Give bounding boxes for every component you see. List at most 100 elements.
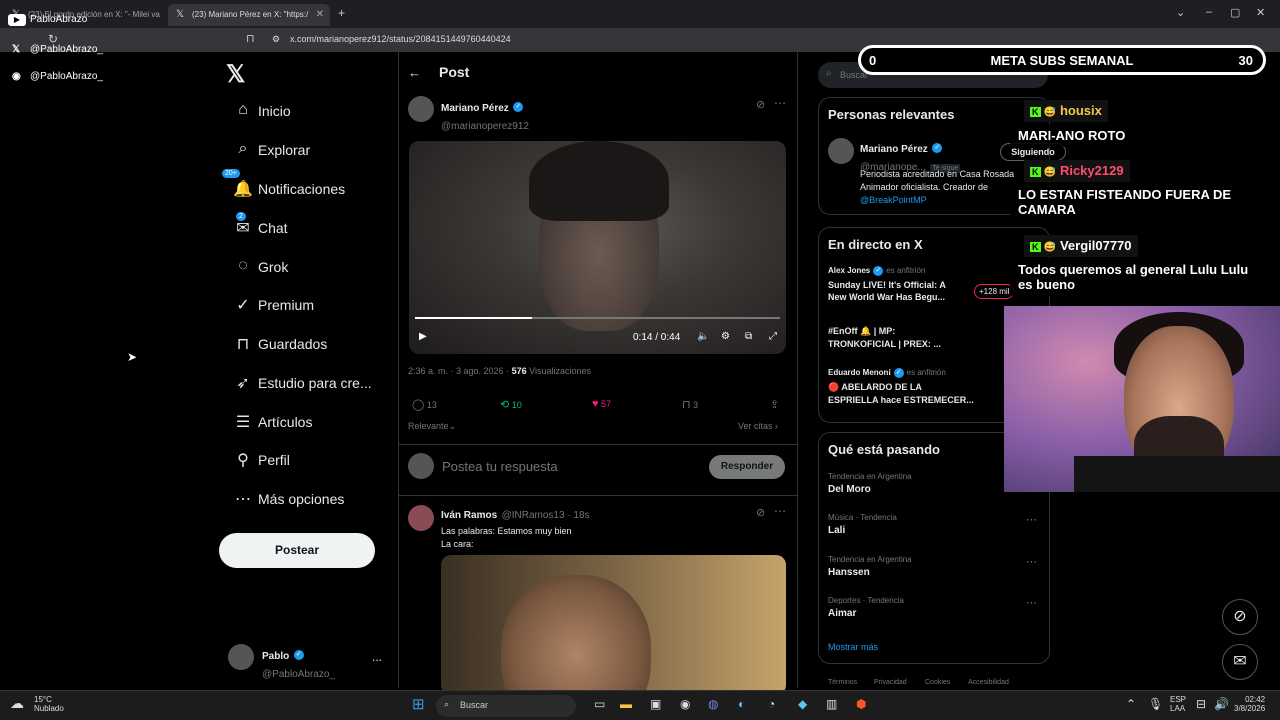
- grok-fab-icon[interactable]: ⊘: [1222, 599, 1258, 635]
- reply-input[interactable]: Postea tu respuesta: [442, 459, 558, 474]
- nav-item-4[interactable]: ◌ Grok: [222, 251, 392, 285]
- avatar[interactable]: [828, 138, 854, 164]
- tab-list-icon[interactable]: ⌄: [1176, 6, 1185, 19]
- youtube-channel: PabloAbrazo: [30, 14, 88, 25]
- view-quotes-link[interactable]: Ver citas ›: [738, 421, 778, 431]
- bio-link[interactable]: @BreakPointMP: [860, 195, 1030, 205]
- file-explorer-icon[interactable]: ▬: [620, 697, 632, 711]
- more-icon[interactable]: ⋯: [1026, 513, 1037, 526]
- author-handle[interactable]: @marianoperez912: [441, 121, 529, 132]
- pip-icon[interactable]: ⧉: [745, 331, 752, 342]
- settings-icon[interactable]: ⚙: [721, 331, 730, 342]
- nav-item-10[interactable]: ⋯ Más opciones: [222, 483, 392, 517]
- grok-icon[interactable]: ⊘: [756, 506, 765, 519]
- app-icon[interactable]: ▥: [826, 697, 837, 711]
- nav-item-9[interactable]: ⚲ Perfil: [222, 444, 392, 478]
- nav-icon-glyph: ✉: [236, 220, 250, 237]
- video-player[interactable]: ▶ 0:14 / 0:44 🔈 ⚙ ⧉ ⤢: [409, 141, 786, 354]
- weather-widget[interactable]: 15°C Nublado: [34, 695, 64, 713]
- more-icon[interactable]: ...: [372, 650, 382, 664]
- panel-title: Personas relevantes: [828, 107, 955, 122]
- task-view-icon[interactable]: ▭: [594, 697, 605, 711]
- more-icon[interactable]: ⋯: [1026, 555, 1037, 568]
- panel-title: Qué está pasando: [828, 442, 940, 457]
- trend-name: Hanssen: [828, 567, 870, 578]
- post-timestamp[interactable]: 2:36 a. m. · 3 ago. 2026 ·: [408, 366, 509, 376]
- x-home-logo-icon[interactable]: 𝕏: [226, 60, 245, 89]
- chat-fab-icon[interactable]: ✉: [1222, 644, 1258, 680]
- nav-item-1[interactable]: ⌕ Explorar: [222, 134, 392, 168]
- video-time: 0:14 / 0:44: [633, 332, 681, 343]
- share-icon[interactable]: ⇪: [770, 398, 779, 411]
- footer-link[interactable]: Términos: [828, 679, 857, 686]
- relevant-name[interactable]: Mariano Pérez: [860, 144, 928, 155]
- brave-icon[interactable]: ⬢: [856, 697, 866, 711]
- app-icon[interactable]: ◆: [798, 697, 807, 711]
- volume-icon[interactable]: 🔊: [1214, 697, 1229, 711]
- like-action[interactable]: ♥ 57: [592, 398, 611, 410]
- footer-link[interactable]: Cookies: [925, 679, 950, 686]
- reply-button[interactable]: Responder: [709, 455, 785, 479]
- new-tab-button[interactable]: +: [338, 6, 345, 20]
- obs-icon[interactable]: ◉: [680, 697, 690, 711]
- language-indicator[interactable]: ESP LAA: [1170, 695, 1186, 713]
- footer-link[interactable]: Accesibilidad: [968, 679, 1009, 686]
- more-icon[interactable]: ⋯: [1026, 596, 1037, 609]
- github-icon[interactable]: ◔: [768, 697, 775, 711]
- minimize-icon[interactable]: –: [1206, 6, 1212, 18]
- back-arrow-icon[interactable]: ←: [408, 65, 421, 80]
- more-icon[interactable]: ⋯: [774, 96, 786, 110]
- discord-icon[interactable]: ◍: [708, 697, 718, 711]
- grok-icon[interactable]: ⊘: [756, 98, 765, 111]
- footer-link[interactable]: Privacidad: [874, 679, 907, 686]
- nav-icon: ✓: [228, 295, 258, 315]
- volume-icon[interactable]: 🔈: [697, 331, 709, 342]
- taskbar-search[interactable]: ⌕ Buscar: [436, 695, 576, 717]
- nav-item-7[interactable]: ➶ Estudio para cre...: [222, 367, 392, 401]
- bookmark-icon[interactable]: ⊓: [246, 32, 255, 45]
- reply-action[interactable]: ◯ 13: [412, 398, 437, 411]
- nav-item-5[interactable]: ✓ Premium: [222, 289, 392, 323]
- app-icon[interactable]: ▣: [650, 697, 661, 711]
- reply-image[interactable]: [441, 555, 786, 695]
- nav-item-0[interactable]: ⌂ Inicio: [222, 95, 392, 129]
- tray-chevron-icon[interactable]: ⌃: [1126, 697, 1136, 711]
- nav-icon-glyph: ☰: [235, 414, 251, 431]
- chat-message: LO ESTAN FISTEANDO FUERA DE CAMARA: [1010, 183, 1272, 221]
- clock[interactable]: 02:42 3/8/2026: [1234, 695, 1265, 713]
- trend-name: Aimar: [828, 608, 857, 619]
- maximize-icon[interactable]: ▢: [1230, 6, 1240, 19]
- nav-item-6[interactable]: ⊓ Guardados: [222, 328, 392, 362]
- mic-icon[interactable]: 🎙: [1148, 697, 1163, 711]
- trend-item[interactable]: Deportes · Tendencia Aimar ⋯: [828, 596, 1040, 619]
- more-icon[interactable]: ⋯: [774, 504, 786, 518]
- replies-sort[interactable]: Relevante⌄: [408, 421, 456, 432]
- trend-item[interactable]: Música · Tendencia Lali ⋯: [828, 513, 1040, 536]
- nav-icon: ⊓: [228, 334, 258, 354]
- close-window-icon[interactable]: ✕: [1256, 6, 1265, 19]
- trend-item[interactable]: Tendencia en Argentina Hanssen ⋯: [828, 555, 1040, 578]
- post-author[interactable]: Mariano Pérez ✓ @marianoperez912: [408, 96, 529, 132]
- close-tab-icon[interactable]: ✕: [316, 9, 324, 20]
- repost-action[interactable]: ⟲ 10: [500, 398, 522, 411]
- show-more-link[interactable]: Mostrar más: [828, 642, 878, 652]
- post-button[interactable]: Postear: [219, 533, 375, 568]
- steam-icon[interactable]: ◐: [738, 697, 745, 711]
- nav-item-3[interactable]: ✉ 2 Chat: [222, 212, 392, 246]
- network-icon[interactable]: ⊟: [1196, 697, 1206, 711]
- reply-post[interactable]: Iván Ramos @INRamos13 · 18s Las palabras…: [408, 505, 590, 549]
- reply-author-name[interactable]: Iván Ramos: [441, 510, 497, 521]
- account-switcher[interactable]: Pablo ✓ @PabloAbrazo_ ...: [228, 644, 382, 680]
- site-info-icon[interactable]: ⚙: [272, 34, 280, 45]
- windows-start-icon[interactable]: ⊞: [412, 695, 425, 713]
- nav-item-8[interactable]: ☰ Artículos: [222, 406, 392, 440]
- fullscreen-icon[interactable]: ⤢: [769, 331, 777, 342]
- cloud-icon: ☁: [10, 695, 24, 711]
- video-progress-bar[interactable]: [415, 317, 780, 319]
- author-name[interactable]: Mariano Pérez: [441, 103, 509, 114]
- browser-tab-active[interactable]: 𝕏 (23) Mariano Pérez en X: "https:/ ✕: [168, 4, 330, 26]
- play-icon[interactable]: ▶: [419, 331, 427, 342]
- bookmark-action[interactable]: ⊓ 3: [682, 398, 698, 411]
- nav-item-2[interactable]: 🔔 20+ Notificaciones: [222, 169, 392, 207]
- nav-label: Más opciones: [258, 491, 345, 507]
